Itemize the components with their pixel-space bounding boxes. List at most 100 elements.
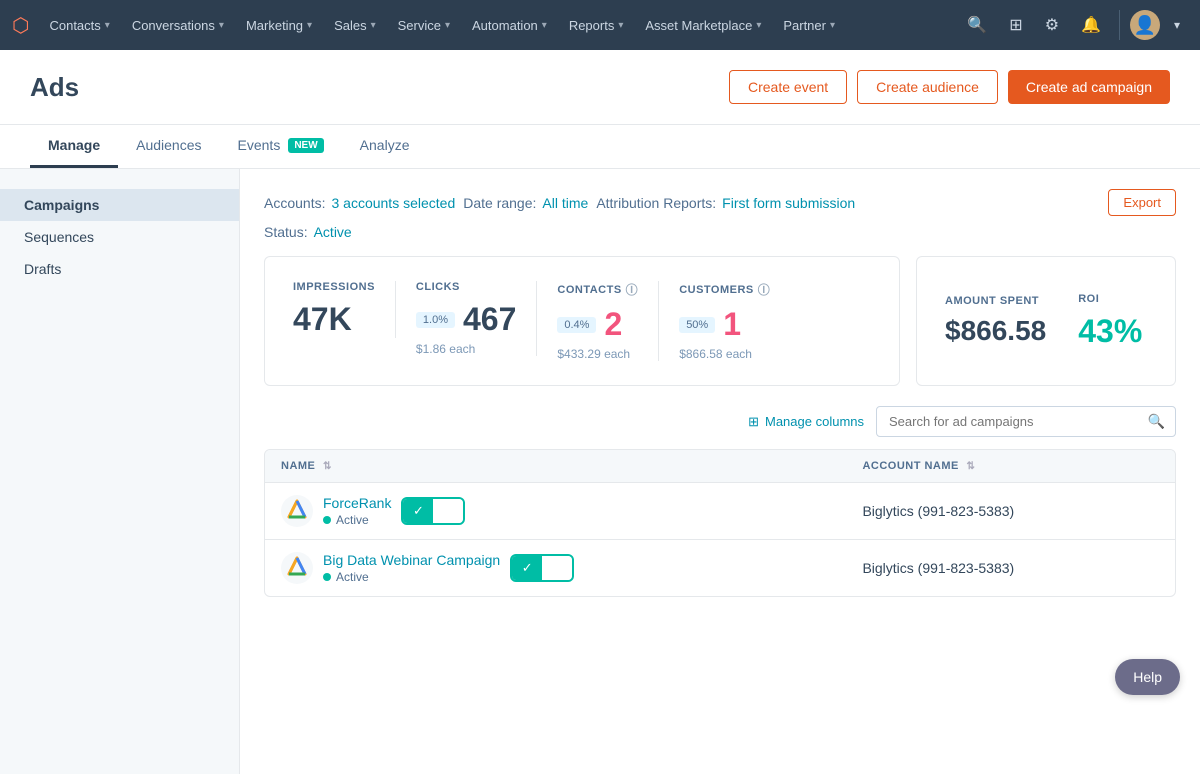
stat-contacts: CONTACTS ⓘ 0.4% 2 $433.29 each bbox=[557, 281, 659, 361]
status-dot bbox=[323, 573, 331, 581]
campaign-logo-0 bbox=[281, 495, 313, 527]
search-input[interactable] bbox=[877, 407, 1138, 436]
nav-contacts[interactable]: Contacts ▾ bbox=[39, 0, 119, 50]
contacts-badge: 0.4% bbox=[557, 317, 596, 333]
stats-grid: IMPRESSIONS 47K CLICKS 1.0% 467 $1.86 bbox=[293, 281, 871, 361]
stat-amount-spent: AMOUNT SPENT $866.58 bbox=[945, 295, 1046, 347]
marketing-chevron: ▾ bbox=[307, 20, 312, 31]
table-row: Big Data Webinar Campaign Active ✓ Bigly… bbox=[265, 540, 1175, 597]
account-name-cell: Biglytics (991-823-5383) bbox=[846, 540, 1175, 597]
sidebar-item-campaigns[interactable]: Campaigns bbox=[0, 189, 239, 221]
campaign-name-link[interactable]: Big Data Webinar Campaign bbox=[323, 552, 500, 568]
create-audience-button[interactable]: Create audience bbox=[857, 70, 998, 104]
contacts-label: CONTACTS ⓘ bbox=[557, 281, 638, 298]
contacts-value-row: 0.4% 2 bbox=[557, 306, 638, 343]
nav-service[interactable]: Service ▾ bbox=[388, 0, 460, 50]
status-dot bbox=[323, 516, 331, 524]
table-row: ForceRank Active ✓ Biglytics (991-823-53… bbox=[265, 483, 1175, 540]
date-range-label: Date range: bbox=[463, 195, 536, 211]
tab-events[interactable]: Events NEW bbox=[220, 125, 342, 168]
nav-asset-marketplace[interactable]: Asset Marketplace ▾ bbox=[635, 0, 771, 50]
tab-analyze[interactable]: Analyze bbox=[342, 125, 428, 168]
export-button[interactable]: Export bbox=[1108, 189, 1176, 216]
hubspot-logo[interactable]: ⬡ bbox=[12, 13, 29, 38]
col-account-name: ACCOUNT NAME ⇅ bbox=[846, 450, 1175, 483]
impressions-value-row: 47K bbox=[293, 301, 375, 338]
customers-label: CUSTOMERS ⓘ bbox=[679, 281, 770, 298]
campaign-toggle-0[interactable]: ✓ bbox=[401, 497, 465, 525]
user-avatar[interactable]: 👤 bbox=[1130, 10, 1160, 40]
stat-impressions: IMPRESSIONS 47K bbox=[293, 281, 396, 338]
nav-automation[interactable]: Automation ▾ bbox=[462, 0, 557, 50]
campaign-info: Big Data Webinar Campaign Active bbox=[323, 552, 500, 584]
stat-clicks: CLICKS 1.0% 467 $1.86 each bbox=[416, 281, 537, 356]
toggle-on-indicator: ✓ bbox=[512, 556, 542, 580]
accounts-label: Accounts: bbox=[264, 195, 325, 211]
table-header-row: NAME ⇅ ACCOUNT NAME ⇅ bbox=[265, 450, 1175, 483]
campaign-name-link[interactable]: ForceRank bbox=[323, 495, 391, 511]
help-button[interactable]: Help bbox=[1115, 659, 1180, 695]
nav-reports[interactable]: Reports ▾ bbox=[559, 0, 634, 50]
campaign-name-cell: ForceRank Active ✓ bbox=[265, 483, 846, 540]
nav-marketing[interactable]: Marketing ▾ bbox=[236, 0, 322, 50]
sidebar-item-sequences[interactable]: Sequences bbox=[0, 221, 239, 253]
customers-value-row: 50% 1 bbox=[679, 306, 770, 343]
nav-conversations[interactable]: Conversations ▾ bbox=[122, 0, 234, 50]
notifications-icon-btn[interactable]: 🔔 bbox=[1073, 0, 1109, 50]
manage-columns-button[interactable]: ⊞ Manage columns bbox=[748, 414, 864, 430]
campaign-cell: ForceRank Active ✓ bbox=[281, 495, 830, 527]
nav-expand-icon[interactable]: ▾ bbox=[1166, 0, 1188, 50]
campaign-status: Active bbox=[323, 570, 500, 584]
attribution-label: Attribution Reports: bbox=[596, 195, 716, 211]
date-range-value[interactable]: All time bbox=[542, 195, 588, 211]
customers-sub: $866.58 each bbox=[679, 347, 770, 361]
search-icon: 🔍 bbox=[1138, 413, 1175, 430]
create-ad-campaign-button[interactable]: Create ad campaign bbox=[1008, 70, 1170, 104]
main-layout: Campaigns Sequences Drafts Accounts: 3 a… bbox=[0, 169, 1200, 774]
table-toolbar: ⊞ Manage columns 🔍 bbox=[264, 406, 1176, 437]
name-sort-icon[interactable]: ⇅ bbox=[323, 461, 332, 472]
tab-manage[interactable]: Manage bbox=[30, 125, 118, 168]
service-chevron: ▾ bbox=[445, 20, 450, 31]
main-content: Accounts: 3 accounts selected Date range… bbox=[240, 169, 1200, 774]
clicks-value: 467 bbox=[463, 301, 516, 338]
page-container: Ads Create event Create audience Create … bbox=[0, 50, 1200, 774]
campaign-toggle-1[interactable]: ✓ bbox=[510, 554, 574, 582]
campaign-status: Active bbox=[323, 513, 391, 527]
status-label: Status: bbox=[264, 224, 308, 240]
account-sort-icon[interactable]: ⇅ bbox=[966, 461, 975, 472]
accounts-value[interactable]: 3 accounts selected bbox=[331, 195, 455, 211]
settings-icon-btn[interactable]: ⚙ bbox=[1037, 0, 1067, 50]
nav-sales[interactable]: Sales ▾ bbox=[324, 0, 386, 50]
filters-bar: Accounts: 3 accounts selected Date range… bbox=[264, 189, 1176, 216]
nav-partner[interactable]: Partner ▾ bbox=[773, 0, 845, 50]
amount-spent-label: AMOUNT SPENT bbox=[945, 295, 1046, 307]
customers-value: 1 bbox=[723, 306, 741, 343]
amount-spent-value: $866.58 bbox=[945, 315, 1046, 347]
status-label: Active bbox=[336, 513, 369, 527]
col-name: NAME ⇅ bbox=[265, 450, 846, 483]
create-event-button[interactable]: Create event bbox=[729, 70, 847, 104]
contacts-info-icon[interactable]: ⓘ bbox=[626, 281, 639, 298]
nav-divider bbox=[1119, 10, 1120, 40]
clicks-badge: 1.0% bbox=[416, 312, 455, 328]
sidebar-item-drafts[interactable]: Drafts bbox=[0, 253, 239, 285]
customers-badge: 50% bbox=[679, 317, 715, 333]
campaigns-table: NAME ⇅ ACCOUNT NAME ⇅ bbox=[264, 449, 1176, 597]
roi-label: ROI bbox=[1078, 293, 1142, 305]
impressions-value: 47K bbox=[293, 301, 352, 338]
status-filter: Status: Active bbox=[264, 224, 352, 240]
search-icon-btn[interactable]: 🔍 bbox=[959, 0, 995, 50]
tab-audiences[interactable]: Audiences bbox=[118, 125, 219, 168]
customers-info-icon[interactable]: ⓘ bbox=[758, 281, 771, 298]
campaign-name-cell: Big Data Webinar Campaign Active ✓ bbox=[265, 540, 846, 597]
reports-chevron: ▾ bbox=[618, 20, 623, 31]
secondary-stats-card: AMOUNT SPENT $866.58 ROI 43% bbox=[916, 256, 1176, 386]
status-value[interactable]: Active bbox=[314, 224, 352, 240]
contacts-sub: $433.29 each bbox=[557, 347, 638, 361]
apps-icon-btn[interactable]: ⊞ bbox=[1001, 0, 1030, 50]
attribution-value[interactable]: First form submission bbox=[722, 195, 855, 211]
asset-marketplace-chevron: ▾ bbox=[756, 20, 761, 31]
campaign-info: ForceRank Active bbox=[323, 495, 391, 527]
campaign-cell: Big Data Webinar Campaign Active ✓ bbox=[281, 552, 830, 584]
